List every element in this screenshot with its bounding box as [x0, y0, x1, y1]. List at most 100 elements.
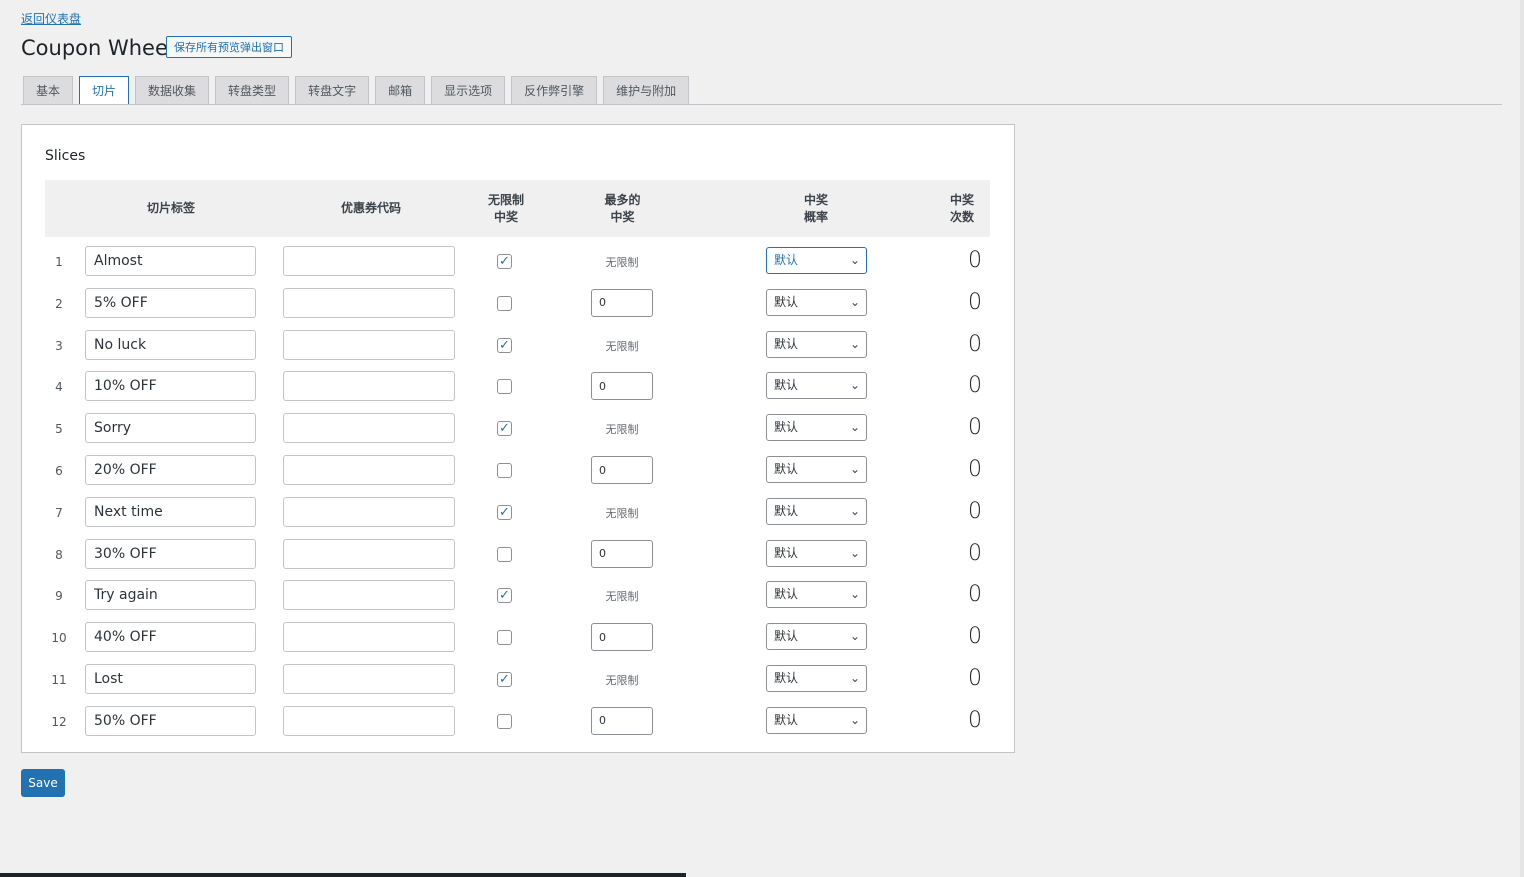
win-count: 0	[968, 289, 982, 315]
max-wins-input[interactable]	[591, 539, 653, 568]
probability-value: 默认	[774, 378, 799, 393]
slice-label-input[interactable]	[85, 496, 256, 527]
tab-bar: 基本 切片 数据收集 转盘类型 转盘文字 邮箱 显示选项 反作弊引擎 维护与附加	[23, 76, 690, 106]
probability-select[interactable]: 默认 ⌄	[766, 497, 867, 525]
probability-select[interactable]: 默认 ⌄	[766, 539, 867, 567]
unlimited-label: 无限制	[605, 256, 639, 269]
win-count: 0	[968, 498, 982, 524]
tab-8[interactable]: 反作弊引擎	[511, 76, 598, 105]
slice-label-input[interactable]	[85, 664, 256, 694]
coupon-code-input[interactable]	[283, 580, 455, 611]
unlimited-wins-checkbox[interactable]: ✓	[497, 672, 512, 687]
back-to-dashboard-link[interactable]: 返回仪表盘	[21, 10, 81, 27]
coupon-code-input[interactable]	[283, 329, 455, 360]
probability-select[interactable]: 默认 ⌄	[766, 623, 867, 651]
page-title: Coupon Wheel	[21, 36, 174, 60]
max-wins-input[interactable]	[591, 623, 653, 652]
tab-7[interactable]: 显示选项	[431, 76, 506, 105]
tab-2[interactable]: 切片	[79, 76, 130, 105]
chevron-down-icon: ⌄	[849, 420, 860, 435]
win-count: 0	[968, 707, 982, 733]
unlimited-wins-checkbox[interactable]	[497, 630, 512, 646]
slice-label-input[interactable]	[85, 705, 256, 736]
row-number: 2	[55, 296, 63, 311]
coupon-code-input[interactable]	[283, 413, 455, 444]
coupon-code-input[interactable]	[283, 287, 455, 318]
unlimited-wins-checkbox[interactable]: ✓	[497, 421, 512, 437]
unlimited-wins-checkbox[interactable]: ✓	[497, 504, 512, 520]
coupon-code-input[interactable]	[283, 455, 455, 485]
max-wins-input[interactable]	[591, 456, 653, 484]
win-count: 0	[968, 582, 982, 608]
chevron-down-icon: ⌄	[849, 629, 860, 644]
save-button[interactable]: Save	[21, 769, 65, 797]
row-number: 12	[51, 714, 67, 729]
probability-select[interactable]: 默认 ⌄	[766, 330, 867, 358]
tab-3[interactable]: 数据收集	[135, 76, 210, 105]
tab-4[interactable]: 转盘类型	[215, 76, 290, 105]
probability-value: 默认	[774, 545, 799, 560]
tab-6[interactable]: 邮箱	[375, 76, 426, 105]
probability-select[interactable]: 默认 ⌄	[766, 456, 867, 483]
row-number: 1	[55, 255, 63, 269]
win-count: 0	[968, 624, 982, 650]
tab-1[interactable]: 基本	[23, 76, 74, 105]
unlimited-wins-checkbox[interactable]: ✓	[497, 337, 512, 353]
chevron-down-icon: ⌄	[849, 378, 860, 393]
slice-label-input[interactable]	[85, 622, 256, 653]
table-row: 9 ✓ 无限制 默认 ⌄ 0	[45, 577, 990, 619]
max-wins-input[interactable]	[591, 372, 653, 401]
max-wins-input[interactable]	[591, 706, 653, 735]
row-number: 9	[55, 589, 63, 604]
probability-value: 默认	[774, 671, 799, 685]
table-row: 1 ✓ 无限制 默认 ⌄ 0	[45, 243, 990, 285]
chevron-down-icon: ⌄	[849, 503, 860, 518]
probability-select[interactable]: 默认 ⌄	[766, 414, 867, 442]
coupon-code-input[interactable]	[283, 622, 455, 653]
coupon-code-input[interactable]	[283, 246, 455, 276]
coupon-code-input[interactable]	[283, 371, 455, 402]
probability-select[interactable]: 默认 ⌄	[766, 247, 867, 274]
slice-label-input[interactable]	[85, 455, 256, 485]
probability-select[interactable]: 默认 ⌄	[766, 372, 867, 400]
row-number: 8	[55, 547, 63, 562]
table-row: 4 默认 ⌄ 0	[45, 368, 990, 410]
slice-label-input[interactable]	[85, 329, 256, 360]
unlimited-wins-checkbox[interactable]	[497, 379, 512, 395]
panel-title: Slices	[45, 148, 86, 164]
coupon-code-input[interactable]	[283, 496, 455, 527]
slice-label-input[interactable]	[85, 580, 256, 611]
slice-label-input[interactable]	[85, 413, 256, 444]
probability-select[interactable]: 默认 ⌄	[766, 288, 867, 316]
slice-label-input[interactable]	[85, 538, 256, 569]
table-header: 切片标签 优惠券代码 无限制 中奖 最多的 中奖 中奖 概率 中奖 次数	[45, 180, 990, 237]
probability-select[interactable]: 默认 ⌄	[766, 706, 867, 734]
slice-label-input[interactable]	[85, 246, 256, 276]
chevron-down-icon: ⌄	[849, 712, 860, 727]
unlimited-wins-checkbox[interactable]: ✓	[497, 588, 512, 604]
chevron-down-icon: ⌄	[849, 336, 860, 351]
probability-value: 默认	[774, 253, 799, 267]
unlimited-wins-checkbox[interactable]: ✓	[497, 254, 512, 269]
max-wins-input[interactable]	[591, 288, 653, 317]
header-coupon-code: 优惠券代码	[340, 201, 401, 215]
unlimited-wins-checkbox[interactable]	[497, 295, 512, 311]
save-all-preview-button[interactable]: 保存所有预览弹出窗口	[166, 36, 292, 58]
scrollbar-edge	[1520, 0, 1524, 877]
unlimited-wins-checkbox[interactable]	[497, 463, 512, 478]
slice-label-input[interactable]	[85, 287, 256, 318]
probability-select[interactable]: 默认 ⌄	[766, 581, 867, 609]
coupon-code-input[interactable]	[283, 664, 455, 694]
probability-select[interactable]: 默认 ⌄	[766, 665, 867, 692]
unlimited-wins-checkbox[interactable]	[497, 713, 512, 729]
coupon-code-input[interactable]	[283, 538, 455, 569]
row-number: 3	[55, 338, 63, 353]
probability-value: 默认	[774, 294, 799, 309]
slice-label-input[interactable]	[85, 371, 256, 402]
tab-5[interactable]: 转盘文字	[295, 76, 370, 105]
unlimited-wins-checkbox[interactable]	[497, 546, 512, 562]
coupon-code-input[interactable]	[283, 705, 455, 736]
win-count: 0	[968, 666, 982, 691]
table-row: 7 ✓ 无限制 默认 ⌄ 0	[45, 494, 990, 536]
tab-9[interactable]: 维护与附加	[603, 76, 690, 105]
